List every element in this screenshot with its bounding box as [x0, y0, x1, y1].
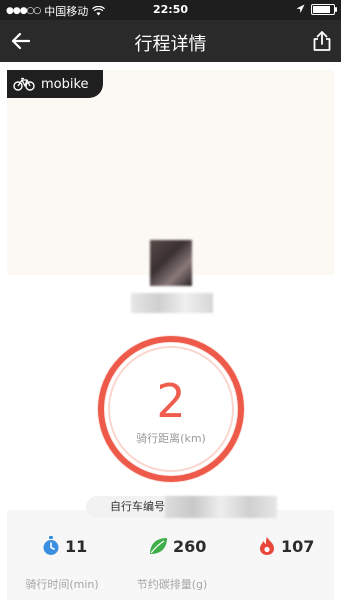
bike-number-label: 自行车编号 — [110, 500, 165, 513]
battery-icon — [311, 4, 337, 15]
location-arrow-icon — [296, 4, 305, 13]
calories-stat: 107 — [258, 536, 314, 556]
carbon-saved-value: 260 — [173, 536, 207, 556]
bike-number-redacted — [165, 496, 277, 518]
distance-value: 2 — [156, 374, 186, 428]
status-bar: ●●●○○ 中国移动 22:50 — [0, 0, 341, 20]
ride-time-label: 骑行时间(min) — [25, 578, 99, 591]
calorie-icon — [260, 537, 274, 555]
avatar — [150, 240, 192, 286]
nav-bar: 行程详情 — [0, 20, 341, 62]
mobike-logo-text: mobike — [41, 76, 89, 92]
stopwatch-icon — [43, 536, 59, 555]
bicycle-icon — [13, 77, 35, 91]
distance-label: 骑行距离(km) — [136, 432, 206, 445]
calories-value: 107 — [281, 536, 315, 556]
carbon-saved-stat: 260 — [148, 536, 206, 556]
carbon-saved-label: 节约碳排量(g) — [136, 578, 208, 591]
status-time: 22:50 — [152, 3, 188, 16]
ride-time-value: 11 — [65, 536, 88, 556]
page-title: 行程详情 — [134, 34, 207, 55]
ride-time-stat: 11 — [42, 536, 87, 556]
leaf-icon — [150, 538, 167, 554]
mobike-logo: mobike — [7, 70, 103, 98]
share-icon[interactable] — [309, 28, 335, 54]
username-redacted — [131, 293, 213, 313]
